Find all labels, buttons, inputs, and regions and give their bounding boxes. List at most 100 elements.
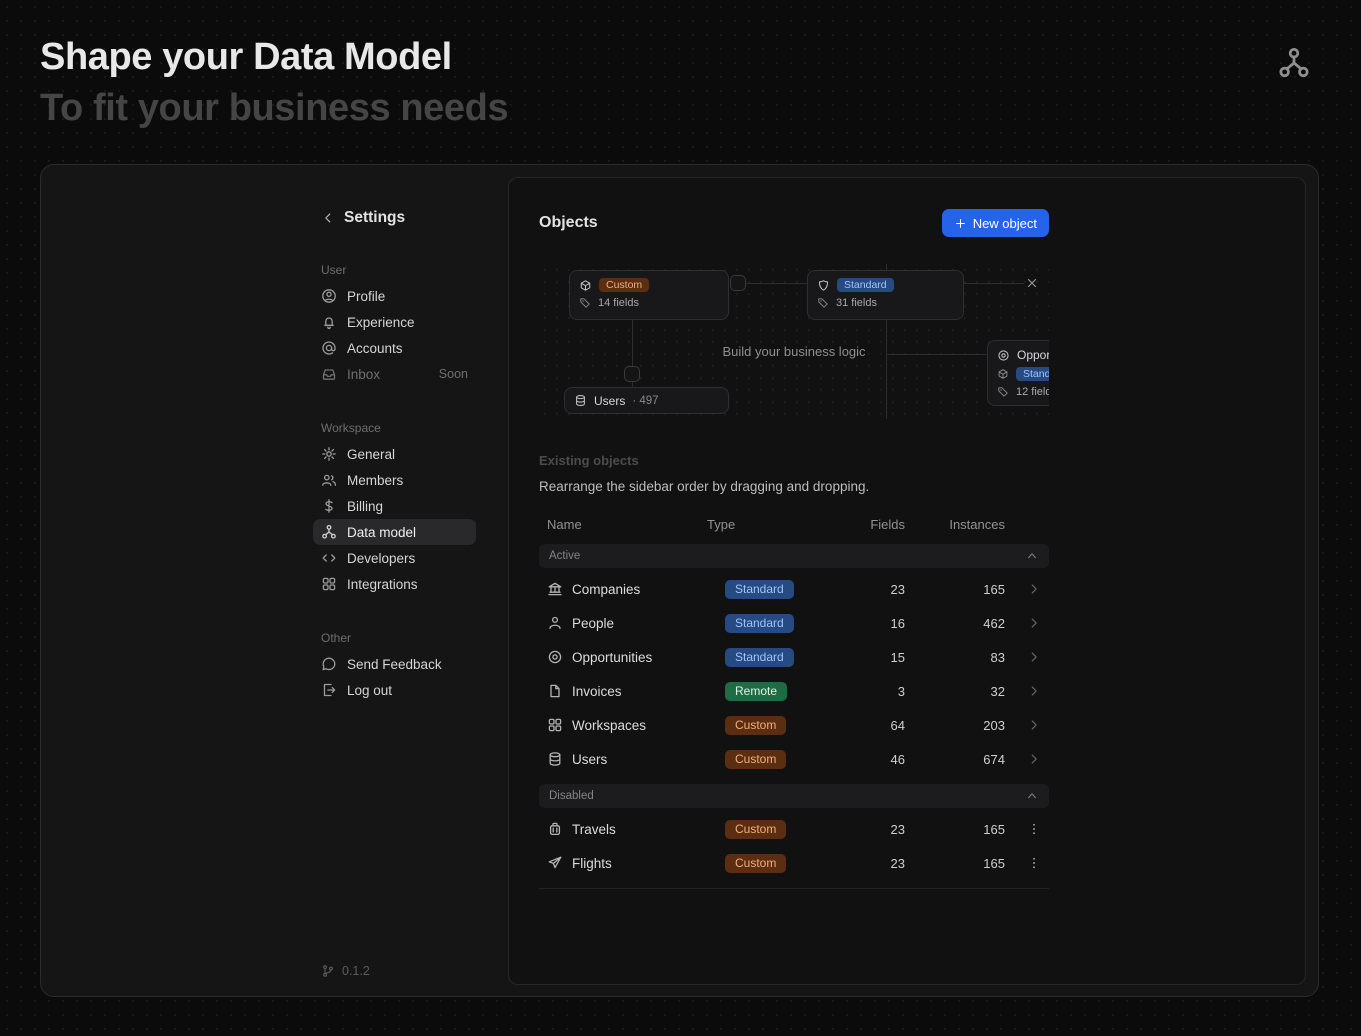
target-icon	[997, 349, 1010, 362]
bank-icon	[547, 581, 563, 597]
logout-icon	[321, 682, 337, 698]
fields-count: 46	[831, 752, 905, 767]
chevron-right-icon[interactable]	[1027, 684, 1041, 698]
plus-icon	[954, 217, 967, 230]
sidebar-item-send-feedback[interactable]: Send Feedback	[313, 651, 476, 677]
table-row[interactable]: Invoices Remote 3 32	[539, 674, 1049, 708]
table-group: Disabled Travels Custom 23 165 Flights C…	[539, 784, 1049, 880]
object-name: Workspaces	[572, 718, 646, 733]
fields-label: 31 fields	[836, 297, 877, 309]
table-divider	[539, 888, 1049, 889]
sidebar-item-integrations[interactable]: Integrations	[313, 571, 476, 597]
sidebar-item-members[interactable]: Members	[313, 467, 476, 493]
group-header[interactable]: Disabled	[539, 784, 1049, 808]
sidebar-item-inbox[interactable]: Inbox Soon	[313, 361, 476, 387]
canvas-node-standard[interactable]: Standard 31 fields	[807, 270, 964, 320]
sidebar-item-label: Developers	[347, 551, 468, 566]
group-label: Disabled	[549, 790, 594, 802]
instances-count: 83	[905, 650, 1005, 665]
fields-count: 64	[831, 718, 905, 733]
objects-title: Objects	[539, 214, 598, 232]
database-icon	[574, 394, 587, 407]
object-canvas[interactable]: Custom 14 fields Standard	[539, 264, 1049, 419]
chevron-right-icon[interactable]	[1027, 582, 1041, 596]
chat-icon	[321, 656, 337, 672]
data-model-icon	[1277, 46, 1311, 80]
instances-count: 32	[905, 684, 1005, 699]
column-fields: Fields	[831, 517, 905, 532]
table-row[interactable]: Travels Custom 23 165	[539, 812, 1049, 846]
new-object-button[interactable]: New object	[942, 209, 1049, 237]
box-icon	[997, 368, 1009, 380]
table-row[interactable]: Workspaces Custom 64 203	[539, 708, 1049, 742]
settings-back[interactable]: Settings	[321, 207, 476, 229]
row-menu-icon[interactable]	[1027, 822, 1041, 836]
object-name: Invoices	[572, 684, 622, 699]
tag-icon	[817, 297, 829, 309]
instances-count: 165	[905, 856, 1005, 871]
table-row[interactable]: Companies Standard 23 165	[539, 572, 1049, 606]
fields-count: 23	[831, 582, 905, 597]
type-badge: Custom	[725, 750, 786, 769]
hero: Shape your Data Model To fit your busine…	[40, 36, 508, 130]
canvas-node-opportunities[interactable]: Opportunities Standard 12 fields	[987, 340, 1049, 406]
table-group: Active Companies Standard 23 165 People …	[539, 544, 1049, 776]
sidebar-item-label: Log out	[347, 683, 468, 698]
close-icon[interactable]	[1025, 276, 1039, 290]
canvas-node-users[interactable]: Users 497	[564, 387, 729, 414]
sidebar-item-label: Inbox	[347, 367, 429, 382]
chevron-right-icon[interactable]	[1027, 650, 1041, 664]
table-row[interactable]: People Standard 16 462	[539, 606, 1049, 640]
fields-count: 23	[831, 856, 905, 871]
sidebar-item-general[interactable]: General	[313, 441, 476, 467]
fields-label: 12 fields	[1016, 386, 1049, 398]
group-header[interactable]: Active	[539, 544, 1049, 568]
chevron-right-icon[interactable]	[1027, 718, 1041, 732]
objects-panel: Objects New object	[508, 177, 1306, 985]
shield-icon	[817, 279, 830, 292]
chevron-right-icon[interactable]	[1027, 616, 1041, 630]
sidebar-item-label: General	[347, 447, 468, 462]
node-count: 497	[632, 395, 658, 407]
canvas-node-custom[interactable]: Custom 14 fields	[569, 270, 729, 320]
settings-title: Settings	[344, 209, 405, 227]
objects-table: Active Companies Standard 23 165 People …	[539, 544, 1049, 880]
object-name: Travels	[572, 822, 616, 837]
type-badge: Custom	[599, 278, 649, 292]
user-circle-icon	[321, 288, 337, 304]
instances-count: 165	[905, 822, 1005, 837]
sidebar-item-profile[interactable]: Profile	[313, 283, 476, 309]
fields-count: 15	[831, 650, 905, 665]
canvas-port[interactable]	[730, 275, 746, 291]
inbox-icon	[321, 366, 337, 382]
instances-count: 203	[905, 718, 1005, 733]
sidebar-item-accounts[interactable]: Accounts	[313, 335, 476, 361]
instances-count: 462	[905, 616, 1005, 631]
table-row[interactable]: Opportunities Standard 15 83	[539, 640, 1049, 674]
sidebar-item-billing[interactable]: Billing	[313, 493, 476, 519]
gear-icon	[321, 446, 337, 462]
chevron-left-icon	[321, 211, 335, 225]
canvas-port[interactable]	[624, 366, 640, 382]
cube-icon	[579, 279, 592, 292]
column-type: Type	[707, 517, 831, 532]
chevron-up-icon[interactable]	[1025, 549, 1039, 563]
grid-icon	[547, 717, 563, 733]
sidebar-sections: User Profile Experience Accounts Inbox S…	[313, 263, 476, 703]
sidebar-section-label: Other	[321, 631, 476, 645]
sidebar-item-log-out[interactable]: Log out	[313, 677, 476, 703]
row-menu-icon[interactable]	[1027, 856, 1041, 870]
chevron-right-icon[interactable]	[1027, 752, 1041, 766]
sidebar-item-experience[interactable]: Experience	[313, 309, 476, 335]
table-row[interactable]: Flights Custom 23 165	[539, 846, 1049, 880]
sidebar-item-developers[interactable]: Developers	[313, 545, 476, 571]
tag-icon	[579, 297, 591, 309]
chevron-up-icon[interactable]	[1025, 789, 1039, 803]
target-icon	[547, 649, 563, 665]
sidebar-section: User Profile Experience Accounts Inbox S…	[313, 263, 476, 387]
sidebar-item-data-model[interactable]: Data model	[313, 519, 476, 545]
column-instances: Instances	[905, 517, 1005, 532]
type-badge: Remote	[725, 682, 787, 701]
sidebar-item-label: Accounts	[347, 341, 468, 356]
table-row[interactable]: Users Custom 46 674	[539, 742, 1049, 776]
